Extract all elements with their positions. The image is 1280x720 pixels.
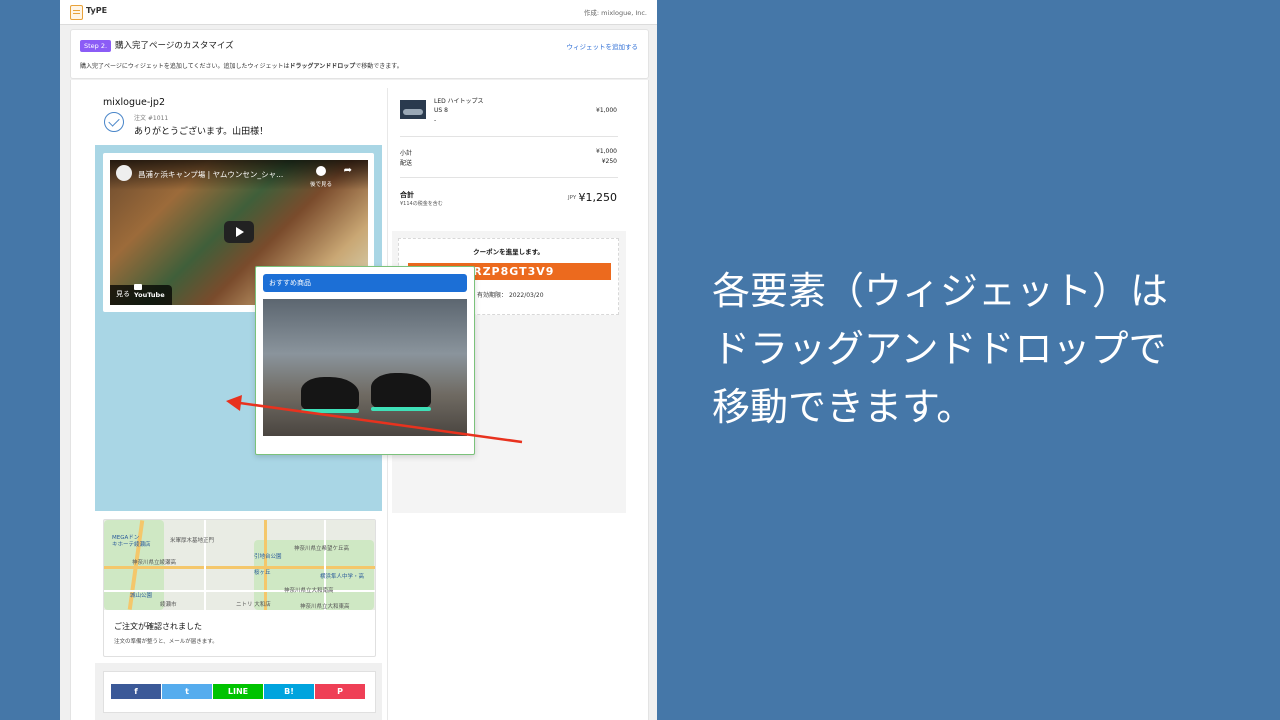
map-road (324, 520, 326, 610)
step-description: 購入完了ページにウィジェットを追加してください。追加したウィジェットはドラッグア… (80, 63, 403, 70)
caption-line-2: ドラッグアンドドロップで (712, 327, 1167, 371)
coupon-expiry: 有効期限： 2022/03/20 (477, 292, 544, 299)
left-margin (0, 0, 60, 720)
product-price: ¥1,000 (596, 107, 617, 114)
map-widget[interactable]: MEGAドン キホーテ綾瀬店 米軍厚木基地正門 神奈川県立綾瀬高 神奈川県立希望… (103, 519, 376, 657)
shop-name: mixlogue-jp2 (103, 97, 166, 108)
currency-code: JPY (568, 195, 577, 201)
step-title: 購入完了ページのカスタマイズ (115, 41, 234, 51)
line-share-button[interactable]: LINE (213, 684, 263, 699)
share-icon[interactable]: ➦ (344, 165, 352, 176)
pocket-share-button[interactable]: P (315, 684, 365, 699)
divider (400, 177, 618, 178)
shipping-value: ¥250 (601, 158, 617, 165)
product-name: LED ハイトップス (434, 98, 484, 105)
subtotal-value: ¥1,000 (596, 148, 617, 155)
check-icon (104, 112, 124, 132)
product-variant: US 8 (434, 107, 448, 114)
subtotal-label: 小計 (400, 150, 413, 157)
tax-note: ¥114の税金を含む (400, 201, 443, 207)
map-road (204, 520, 206, 610)
shoe-shape (301, 377, 359, 411)
map-label: 引地台公園 (254, 554, 282, 560)
shoe-shape (371, 373, 431, 409)
order-confirmed-title: ご注文が確認されました (114, 622, 202, 631)
map-label: 神奈川県立大和南高 (284, 588, 334, 594)
map-label: 神奈川県立希望ケ丘高 (294, 546, 350, 552)
shipping-label: 配送 (400, 160, 413, 167)
caption: 各要素（ウィジェット）は ドラッグアンドドロップで 移動できます。 (712, 262, 1252, 436)
youtube-logo: YouTube (134, 283, 172, 299)
divider (400, 136, 618, 137)
total-amount: ¥1,250 (578, 191, 618, 204)
watch-later-icon[interactable] (316, 166, 326, 176)
top-bar: TyPE 作成: mixlogue, Inc. (60, 0, 657, 25)
recommended-header: おすすめ商品 (263, 274, 467, 292)
video-title[interactable]: 昌浦ヶ浜キャンプ場 | ヤムウンセン_シャ... (138, 169, 283, 180)
share-widget[interactable]: f t LINE B! P (103, 671, 376, 713)
led-sole (301, 409, 359, 413)
map-road (264, 520, 267, 610)
map-road (104, 566, 375, 569)
map-label: 綾瀬市 (160, 602, 177, 608)
facebook-share-button[interactable]: f (111, 684, 161, 699)
watch-label: 見る (116, 290, 130, 298)
map-label: ニトリ 大和店 (236, 602, 271, 608)
map-label: 米軍厚木基地正門 (170, 538, 215, 544)
recommended-products-widget[interactable]: おすすめ商品 (255, 266, 475, 455)
step-badge: Step 2. (80, 40, 112, 52)
type-logo-icon (70, 5, 83, 20)
channel-avatar[interactable] (116, 165, 132, 181)
twitter-share-button[interactable]: t (162, 684, 212, 699)
product-dash: - (434, 117, 437, 124)
step-header-card: Step 2. 購入完了ページのカスタマイズ ウィジェットを追加する 購入完了ペ… (70, 29, 649, 79)
caption-line-1: 各要素（ウィジェット）は (712, 269, 1169, 313)
map-label: 城山公園 (130, 593, 153, 599)
byline: 作成: mixlogue, Inc. (583, 9, 647, 17)
hatena-share-button[interactable]: B! (264, 684, 314, 699)
led-sole (371, 407, 431, 411)
map-label: キホーテ綾瀬店 (112, 542, 151, 548)
coupon-title: クーポンを進呈します。 (473, 248, 544, 256)
play-button[interactable] (224, 221, 254, 243)
add-widget-link[interactable]: ウィジェットを追加する (567, 41, 639, 51)
product-thumbnail (400, 100, 426, 119)
map-image[interactable]: MEGAドン キホーテ綾瀬店 米軍厚木基地正門 神奈川県立綾瀬高 神奈川県立希望… (104, 520, 375, 610)
recommended-product-image[interactable] (263, 299, 467, 436)
map-label: 神奈川県立大和東高 (300, 604, 350, 610)
order-number: 注文 #1011 (134, 115, 169, 122)
caption-line-3: 移動できます。 (712, 385, 975, 429)
watch-later-label: 後で見る (309, 182, 332, 188)
thank-you-message: ありがとうございます。山田様！ (134, 127, 269, 137)
map-label: 神奈川県立綾瀬高 (132, 560, 177, 566)
map-label: 横浜隼人中学・高 (320, 574, 365, 580)
total-label: 合計 (400, 191, 414, 199)
youtube-watch-bar[interactable]: 見る YouTube (110, 285, 172, 305)
map-label: 桜ヶ丘 (254, 570, 271, 576)
app-name: TyPE (86, 6, 108, 15)
order-confirmed-subtitle: 注文の準備が整うと、メールが届きます。 (114, 639, 218, 645)
